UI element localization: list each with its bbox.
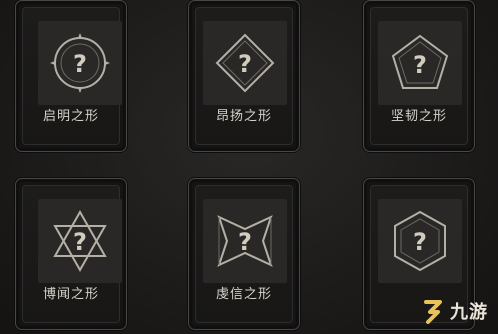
watermark-text: 九游 <box>450 302 488 323</box>
emblem-panel: ? <box>378 199 462 283</box>
shape-card-qiming[interactable]: ? 启明之形 <box>15 0 127 152</box>
emblem-panel: ? <box>203 21 287 105</box>
hexagram-icon: ? <box>53 209 107 273</box>
pentagon-icon: ? <box>391 34 449 89</box>
emblem-panel: ? <box>38 21 122 105</box>
card-label: 坚韧之形 <box>390 109 447 124</box>
question-mark-icon: ? <box>413 51 427 79</box>
diamond-icon: ? <box>215 33 275 93</box>
hexagon-icon: ? <box>394 210 446 272</box>
question-mark-icon: ? <box>238 50 252 78</box>
bowtie-icon: ? <box>217 215 273 267</box>
question-mark-icon: ? <box>73 228 87 256</box>
card-label: 启明之形 <box>42 109 99 124</box>
card-label: 博闻之形 <box>42 287 99 302</box>
shape-card-qianxin[interactable]: ? 虔信之形 <box>188 178 300 330</box>
shape-card-jianren[interactable]: ? 坚韧之形 <box>363 0 475 152</box>
card-label: 昂扬之形 <box>215 109 272 124</box>
question-mark-icon: ? <box>238 228 252 256</box>
emblem-panel: ? <box>38 199 122 283</box>
shape-card-angyang[interactable]: ? 昂扬之形 <box>188 0 300 152</box>
emblem-panel: ? <box>378 21 462 105</box>
circle-icon: ? <box>50 33 110 93</box>
9-logo-icon <box>424 300 442 324</box>
emblem-panel: ? <box>203 199 287 283</box>
shape-card-bowen[interactable]: ? 博闻之形 <box>15 178 127 330</box>
card-label: 虔信之形 <box>215 287 272 302</box>
question-mark-icon: ? <box>413 228 427 256</box>
shape-card-grid: ? 启明之形 ? 昂扬之形 ? 坚韧之形 ? 博闻之形 ? 虔信之形 ? <box>0 0 498 334</box>
watermark: 九游 <box>420 298 488 324</box>
question-mark-icon: ? <box>73 50 87 78</box>
